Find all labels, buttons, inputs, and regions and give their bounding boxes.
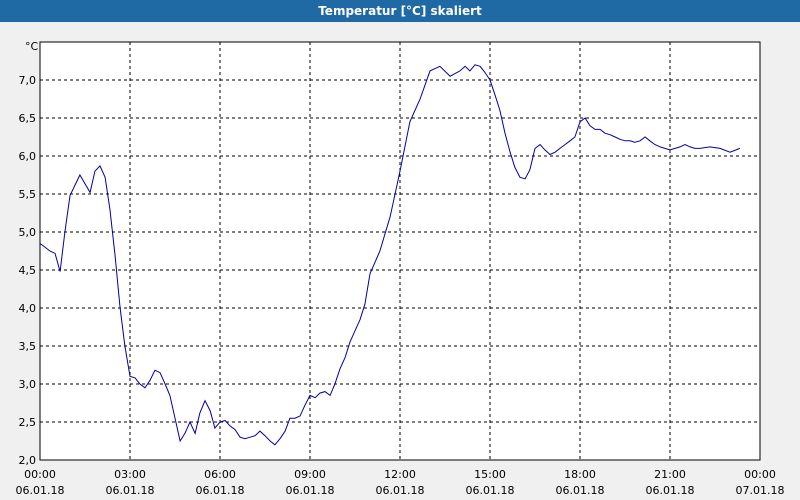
x-tick-date-label: 06.01.18 (286, 484, 335, 497)
y-tick-label: 5,0 (19, 226, 37, 239)
y-tick-label: 4,5 (19, 264, 37, 277)
x-tick-date-label: 06.01.18 (106, 484, 155, 497)
y-tick-label: 6,5 (19, 112, 37, 125)
x-tick-date-label: 06.01.18 (646, 484, 695, 497)
y-tick-label: 7,0 (19, 74, 37, 87)
x-tick-time-label: 15:00 (474, 468, 506, 481)
x-tick-time-label: 00:00 (744, 468, 776, 481)
x-tick-time-label: 00:00 (24, 468, 56, 481)
x-tick-date-label: 06.01.18 (466, 484, 515, 497)
y-tick-label: 2,5 (19, 416, 37, 429)
y-axis-unit-label: °C (25, 40, 39, 53)
x-tick-time-label: 21:00 (654, 468, 686, 481)
x-tick-time-label: 18:00 (564, 468, 596, 481)
y-tick-label: 5,5 (19, 188, 37, 201)
y-tick-label: 2,0 (19, 454, 37, 467)
chart-title-bar: Temperatur [°C] skaliert (0, 0, 800, 22)
x-tick-date-label: 06.01.18 (556, 484, 605, 497)
x-tick-time-label: 09:00 (294, 468, 326, 481)
y-axis-ticks: 2,0 2,5 3,0 3,5 4,0 4,5 5,0 5,5 6,0 6,5 7,0 (19, 74, 37, 467)
x-axis-ticks: 00:00 06.01.18 03:00 06.01.18 06:00 06.01.18 0… (16, 468, 785, 497)
x-tick-time-label: 12:00 (384, 468, 416, 481)
y-tick-label: 3,0 (19, 378, 37, 391)
chart-area: °C 2,0 2,5 3,0 3,5 4,0 4,5 5,0 5,5 6,0 6,5 7,0 00:… (16, 40, 785, 497)
x-tick-date-label: 06.01.18 (376, 484, 425, 497)
y-tick-label: 6,0 (19, 150, 37, 163)
y-tick-label: 4,0 (19, 302, 37, 315)
x-tick-date-label: 06.01.18 (16, 484, 65, 497)
x-tick-time-label: 03:00 (114, 468, 146, 481)
x-tick-date-label: 06.01.18 (196, 484, 245, 497)
y-tick-label: 3,5 (19, 340, 37, 353)
x-tick-time-label: 06:00 (204, 468, 236, 481)
x-tick-date-label: 07.01.18 (736, 484, 785, 497)
